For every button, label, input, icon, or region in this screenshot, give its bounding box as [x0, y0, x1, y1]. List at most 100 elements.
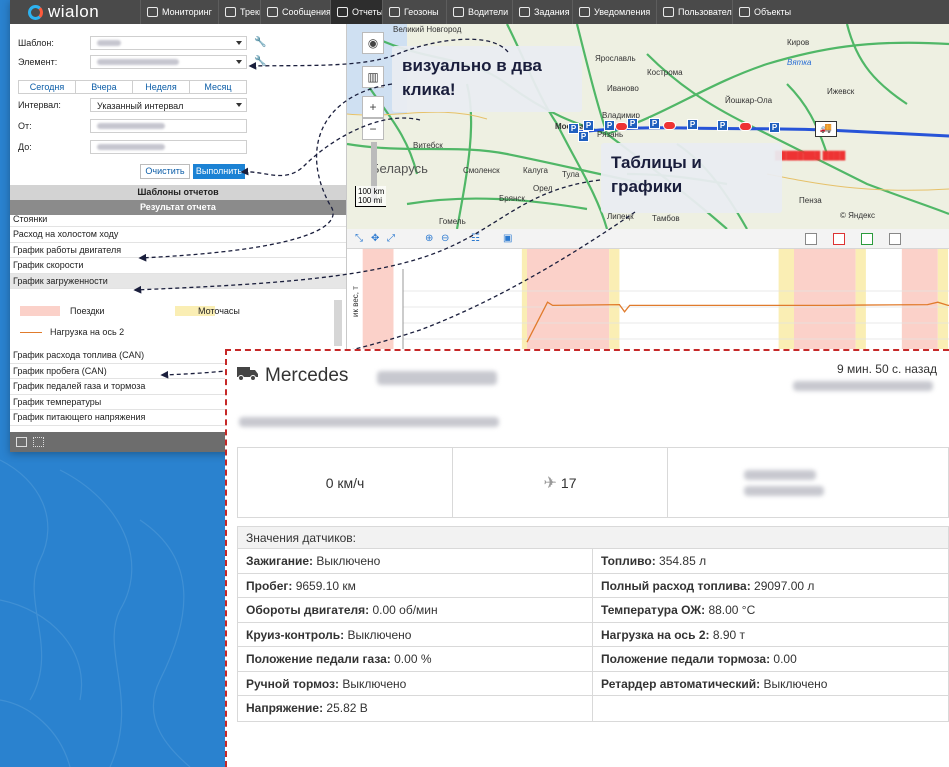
zoom-out-button[interactable]: −: [362, 118, 384, 140]
legend-axle-load: Нагрузка на ось 2: [50, 327, 125, 337]
longitude-blurred: [744, 486, 824, 496]
nav-item-3[interactable]: Отчеты: [330, 0, 382, 24]
city-label: Калуга: [523, 166, 548, 175]
parking-marker[interactable]: P: [604, 120, 615, 131]
element-select[interactable]: [90, 55, 247, 69]
table-row: Зажигание: Выключено Топливо: 354.85 л: [238, 549, 948, 574]
nav-item-2[interactable]: Сообщения: [260, 0, 330, 24]
nav-item-9[interactable]: Объекты: [732, 0, 806, 24]
list-item[interactable]: График работы двигателя: [10, 243, 346, 258]
from-label: От:: [18, 121, 32, 131]
unit-name: Mercedes: [265, 365, 349, 386]
clear-button[interactable]: Очистить: [140, 164, 190, 179]
speed-cell: 0 км/ч: [238, 448, 453, 517]
scrollbar[interactable]: [334, 300, 342, 346]
city-label: Орел: [533, 184, 553, 193]
panel-toggle-icon[interactable]: [16, 437, 27, 447]
nav-item-5[interactable]: Водители: [446, 0, 512, 24]
sensor-cell: Топливо: 354.85 л: [601, 554, 707, 568]
satellite-icon: ✈: [543, 474, 557, 492]
from-date-input[interactable]: [90, 119, 247, 133]
wrench-icon[interactable]: 🔧: [254, 56, 266, 67]
city-label: Йошкар-Ола: [725, 96, 773, 105]
to-date-input[interactable]: [90, 140, 247, 154]
list-item-selected[interactable]: График загруженности: [10, 273, 346, 289]
map-layers-button[interactable]: ◉: [362, 32, 384, 54]
top-navigation-bar: wialon МониторингТрекиСообщенияОтчетыГео…: [10, 0, 949, 24]
city-label: Пенза: [799, 196, 822, 205]
list-item[interactable]: График скорости: [10, 258, 346, 274]
export-icon[interactable]: [889, 233, 901, 245]
tab-today[interactable]: Сегодня: [19, 81, 76, 93]
parking-marker[interactable]: P: [583, 120, 594, 131]
excel-icon[interactable]: [861, 233, 873, 245]
stop-marker[interactable]: [663, 121, 676, 130]
sensor-cell: Пробег: 9659.10 км: [238, 573, 593, 597]
speed-value: 0 км/ч: [325, 474, 365, 491]
nav-item-1[interactable]: Треки: [218, 0, 260, 24]
tab-month[interactable]: Месяц: [190, 81, 246, 93]
grid-view-icon[interactable]: [33, 437, 44, 447]
river-label: Вятка: [787, 58, 812, 67]
table-row: Положение педали газа: 0.00 % Положение п…: [238, 647, 948, 672]
sensor-cell: Круиз-контроль: Выключено: [238, 622, 593, 646]
sensor-cell: Температура ОЖ: 88.00 °C: [601, 603, 756, 617]
sensor-cell: [593, 696, 948, 721]
print-icon[interactable]: [805, 233, 817, 245]
nav-item-4[interactable]: Геозоны: [382, 0, 446, 24]
nav-item-8[interactable]: Пользователи: [656, 0, 732, 24]
chevron-down-icon: [236, 41, 242, 45]
city-label: Тула: [562, 170, 580, 179]
notifications-icon: [579, 7, 590, 17]
chevron-down-icon: [236, 103, 242, 107]
tab-week[interactable]: Неделя: [133, 81, 190, 93]
city-label: Витебск: [413, 141, 443, 150]
template-select[interactable]: [90, 36, 247, 50]
table-row: Пробег: 9659.10 км Полный расход топлива:…: [238, 573, 948, 598]
parking-marker[interactable]: P: [717, 120, 728, 131]
fit-icon[interactable]: ⤡: [355, 233, 363, 244]
parking-marker[interactable]: P: [627, 118, 638, 129]
element-label: Элемент:: [18, 57, 58, 67]
sensor-cell: Полный расход топлива: 29097.00 л: [601, 578, 815, 593]
city-label: Рязань: [597, 130, 624, 139]
unit-metrics: 0 км/ч ✈ 17: [237, 447, 949, 518]
parking-marker[interactable]: P: [649, 118, 660, 129]
pan-icon[interactable]: ✥: [371, 233, 379, 244]
map-tools-button[interactable]: ▥: [362, 66, 384, 88]
sensor-cell: Ретардер автоматический: Выключено: [601, 676, 828, 691]
parking-marker[interactable]: P: [687, 119, 698, 130]
tracks-icon: [225, 7, 236, 17]
interval-select[interactable]: Указанный интервал: [90, 98, 247, 112]
stop-marker[interactable]: [739, 122, 752, 131]
nav-item-6[interactable]: Задания: [512, 0, 572, 24]
unit-name-label-blurred: ████████ ████: [775, 151, 846, 160]
report-templates-header[interactable]: Шаблоны отчетов: [10, 185, 346, 200]
stop-marker[interactable]: [615, 122, 628, 131]
list-item[interactable]: Стоянки: [10, 215, 346, 227]
pdf-icon[interactable]: [833, 233, 845, 245]
list-item[interactable]: Расход на холостом ходу: [10, 227, 346, 243]
satellites-cell: ✈ 17: [453, 448, 668, 517]
tasks-icon: [519, 7, 530, 17]
nav-item-0[interactable]: Мониторинг: [140, 0, 218, 24]
wrench-icon[interactable]: 🔧: [254, 37, 266, 48]
zoom-out-icon[interactable]: ⊖: [441, 233, 449, 244]
logo-icon: [28, 4, 43, 20]
nav-item-7[interactable]: Уведомления: [572, 0, 656, 24]
report-result-header[interactable]: Результат отчета: [10, 200, 346, 215]
expand-icon[interactable]: ⤢: [387, 233, 395, 244]
list-icon[interactable]: ☷: [471, 233, 480, 244]
settings-icon[interactable]: ▣: [503, 233, 512, 244]
chart-legend: Поездки Моточасы Нагрузка на ось 2: [10, 300, 334, 346]
last-message-ago: 9 мин. 50 с. назад: [837, 362, 937, 376]
tab-yesterday[interactable]: Вчера: [76, 81, 133, 93]
zoom-in-icon[interactable]: ⊕: [425, 233, 433, 244]
parking-marker[interactable]: P: [578, 131, 589, 142]
chart-toolbar: ⤡ ✥ ⤢ ⊕ ⊖ ☷ ▣: [347, 229, 949, 249]
wialon-logo[interactable]: wialon: [10, 0, 140, 24]
zoom-in-button[interactable]: +: [362, 96, 384, 118]
run-button[interactable]: Выполнить: [193, 164, 245, 179]
truck-icon[interactable]: 🚚: [815, 121, 837, 137]
parking-marker[interactable]: P: [769, 122, 780, 133]
